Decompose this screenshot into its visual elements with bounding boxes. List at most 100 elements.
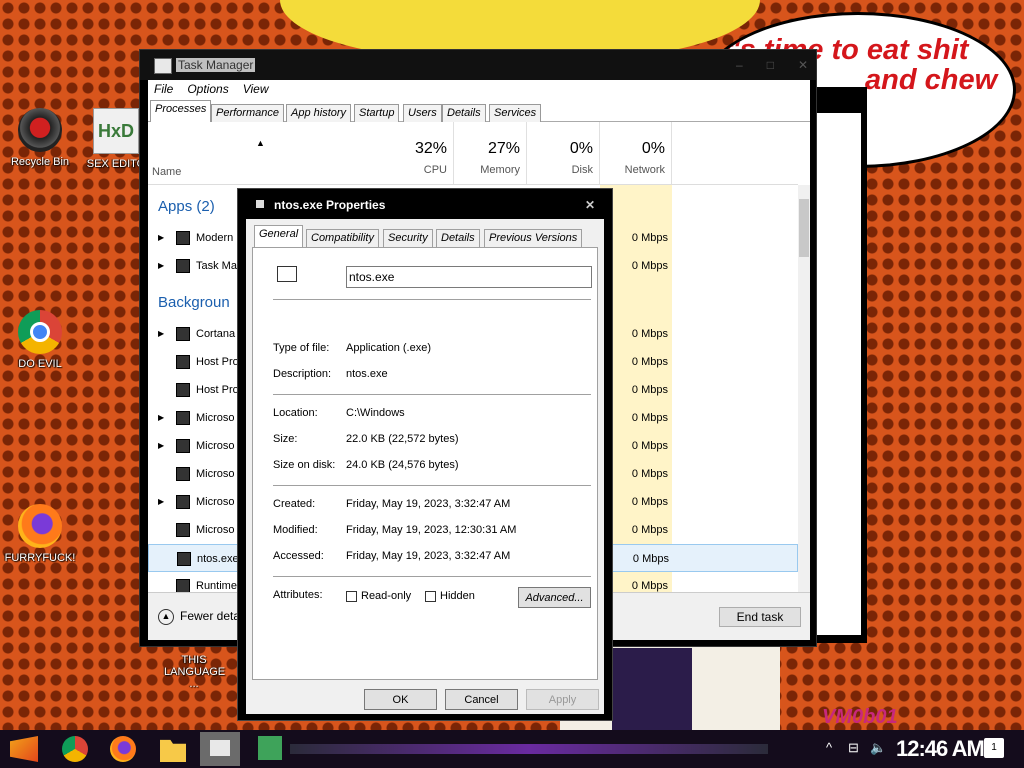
task-manager-taskbar-icon[interactable] bbox=[200, 732, 240, 766]
tab-users[interactable]: Users bbox=[403, 104, 442, 122]
desktop-icon-label: DO EVIL bbox=[18, 358, 62, 370]
file-explorer-icon[interactable] bbox=[160, 739, 186, 762]
type-value: Application (.exe) bbox=[346, 342, 431, 354]
expand-arrow-icon[interactable]: ▶ bbox=[158, 432, 164, 460]
chevron-up-icon: ▲ bbox=[158, 609, 174, 625]
column-memory[interactable]: 27% Memory bbox=[454, 122, 527, 184]
readonly-label: Read-only bbox=[361, 590, 412, 602]
process-name: Microso bbox=[196, 412, 235, 424]
close-button[interactable]: ✕ bbox=[578, 196, 602, 214]
taskbar-decoration bbox=[290, 744, 768, 754]
tab-processes[interactable]: Processes bbox=[150, 100, 212, 123]
clock[interactable]: 12:46 AM bbox=[896, 736, 985, 762]
location-value: C:\Windows bbox=[346, 407, 405, 419]
tab-compatibility[interactable]: Compatibility bbox=[306, 229, 379, 247]
type-label: Type of file: bbox=[273, 342, 330, 354]
desktop-icon-document[interactable]: THIS LANGUAGE ... bbox=[154, 654, 234, 690]
tab-general[interactable]: General bbox=[254, 225, 304, 248]
tab-previous-versions[interactable]: Previous Versions bbox=[484, 229, 583, 247]
process-name: Microso bbox=[196, 468, 235, 480]
network-label: Network bbox=[624, 164, 665, 176]
expand-arrow-icon[interactable]: ▶ bbox=[158, 320, 164, 348]
wallpaper-watermark: VM0b01 bbox=[822, 706, 898, 728]
volume-icon[interactable]: 🔈 bbox=[870, 740, 886, 756]
process-icon bbox=[176, 355, 190, 369]
created-value: Friday, May 19, 2023, 3:32:47 AM bbox=[346, 498, 511, 510]
chrome-taskbar-icon[interactable] bbox=[62, 736, 88, 762]
modified-value: Friday, May 19, 2023, 12:30:31 AM bbox=[346, 524, 517, 536]
expand-arrow-icon[interactable]: ▶ bbox=[158, 224, 164, 252]
window-title: Task Manager bbox=[176, 58, 256, 72]
notification-icon[interactable]: 1 bbox=[984, 738, 1004, 758]
firefox-taskbar-icon[interactable] bbox=[110, 736, 136, 762]
modified-label: Modified: bbox=[273, 524, 318, 536]
process-name: ntos.exe bbox=[197, 553, 239, 565]
desktop-icon-firefox[interactable]: FURRYFUCK! bbox=[0, 504, 80, 564]
menu-options[interactable]: Options bbox=[187, 80, 228, 98]
tab-strip: Processes Performance App history Startu… bbox=[148, 98, 810, 123]
properties-taskbar-icon[interactable] bbox=[258, 736, 282, 760]
close-button[interactable]: ✕ bbox=[798, 58, 808, 72]
desktop-icon-chrome[interactable]: DO EVIL bbox=[0, 310, 80, 370]
network-icon[interactable]: ⊟ bbox=[848, 740, 859, 756]
recycle-bin-icon bbox=[18, 108, 62, 152]
advanced-button[interactable]: Advanced... bbox=[518, 587, 591, 608]
location-label: Location: bbox=[273, 407, 318, 419]
end-task-button[interactable]: End task bbox=[719, 607, 801, 627]
expand-arrow-icon[interactable]: ▶ bbox=[158, 488, 164, 516]
disk-label: Disk bbox=[571, 164, 593, 176]
process-name: Cortana bbox=[196, 328, 236, 340]
accessed-value: Friday, May 19, 2023, 3:32:47 AM bbox=[346, 550, 511, 562]
file-icon bbox=[277, 266, 297, 282]
scrollbar-thumb[interactable] bbox=[799, 199, 809, 257]
tab-details[interactable]: Details bbox=[436, 229, 480, 247]
sort-arrow-icon: ▲ bbox=[256, 138, 265, 148]
column-cpu[interactable]: 32% CPU bbox=[381, 122, 454, 184]
title-bar[interactable]: Task Manager – □ ✕ bbox=[140, 50, 816, 80]
ok-button[interactable]: OK bbox=[364, 689, 437, 710]
desktop-icon-label: FURRYFUCK! bbox=[4, 552, 76, 564]
vertical-scrollbar[interactable] bbox=[798, 185, 810, 593]
start-button[interactable] bbox=[10, 736, 38, 762]
maximize-button[interactable]: □ bbox=[767, 58, 774, 72]
expand-arrow-icon[interactable]: ▶ bbox=[158, 252, 164, 280]
tab-performance[interactable]: Performance bbox=[211, 104, 284, 122]
attributes-label: Attributes: bbox=[273, 589, 323, 601]
task-manager-icon bbox=[154, 58, 172, 74]
process-name: Microso bbox=[196, 524, 235, 536]
size-on-disk-value: 24.0 KB (24,576 bytes) bbox=[346, 459, 459, 471]
hidden-checkbox[interactable]: Hidden bbox=[425, 590, 475, 602]
chrome-icon bbox=[18, 310, 62, 354]
fewer-details-button[interactable]: ▲ Fewer deta bbox=[158, 609, 240, 625]
tab-startup[interactable]: Startup bbox=[354, 104, 400, 122]
chevron-up-icon[interactable]: ^ bbox=[826, 740, 832, 755]
apply-button[interactable]: Apply bbox=[526, 689, 599, 710]
cancel-button[interactable]: Cancel bbox=[445, 689, 518, 710]
menu-file[interactable]: File bbox=[154, 80, 173, 98]
column-disk[interactable]: 0% Disk bbox=[527, 122, 600, 184]
background-window bbox=[817, 87, 867, 643]
process-name: Microso bbox=[196, 496, 235, 508]
tab-app-history[interactable]: App history bbox=[286, 104, 352, 122]
minimize-button[interactable]: – bbox=[736, 58, 743, 72]
hidden-label: Hidden bbox=[440, 590, 475, 602]
expand-arrow-icon[interactable]: ▶ bbox=[158, 404, 164, 432]
desktop-icon-recycle-bin[interactable]: Recycle Bin bbox=[0, 108, 80, 168]
checkbox-box bbox=[346, 590, 357, 602]
memory-label: Memory bbox=[480, 164, 520, 176]
process-icon bbox=[176, 439, 190, 453]
readonly-checkbox[interactable]: Read-only bbox=[346, 590, 411, 602]
tab-details[interactable]: Details bbox=[442, 104, 486, 122]
process-icon bbox=[176, 467, 190, 481]
tab-services[interactable]: Services bbox=[489, 104, 542, 122]
column-network[interactable]: 0% Network bbox=[600, 122, 672, 184]
menu-view[interactable]: View bbox=[243, 80, 269, 98]
process-icon bbox=[176, 327, 190, 341]
process-icon bbox=[176, 231, 190, 245]
group-background: Backgroun bbox=[158, 294, 230, 311]
column-name[interactable]: Name bbox=[152, 166, 181, 178]
tab-security[interactable]: Security bbox=[383, 229, 433, 247]
filename-field[interactable]: ntos.exe bbox=[346, 266, 592, 288]
size-on-disk-label: Size on disk: bbox=[273, 459, 336, 471]
dialog-title-bar[interactable]: ntos.exe Properties ✕ bbox=[238, 189, 612, 219]
